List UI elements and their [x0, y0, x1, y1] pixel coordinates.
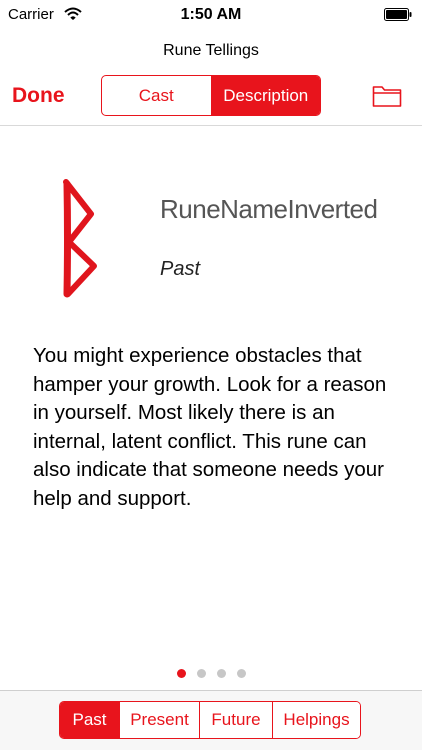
status-time: 1:50 AM: [180, 6, 242, 23]
rune-position-label: Past: [160, 258, 201, 280]
page-dot-3[interactable]: [216, 669, 226, 678]
tab-future[interactable]: Future: [199, 702, 272, 738]
page-dot-4[interactable]: [236, 669, 246, 678]
view-mode-segmented-control: Cast Description: [101, 75, 321, 116]
nav-title: Rune Tellings: [163, 42, 259, 59]
rune-description: You might experience obstacles that hamp…: [33, 344, 387, 510]
segment-cast[interactable]: Cast: [102, 76, 211, 115]
segment-description[interactable]: Description: [210, 76, 320, 115]
page-dot-1[interactable]: [176, 669, 186, 678]
folder-icon[interactable]: [372, 84, 402, 108]
tab-present[interactable]: Present: [119, 702, 199, 738]
page-control[interactable]: [0, 669, 422, 678]
nav-divider: [0, 125, 422, 126]
rune-glyph: [63, 179, 97, 298]
tab-helpings[interactable]: Helpings: [272, 702, 360, 738]
page-dot-2[interactable]: [196, 669, 206, 678]
battery-icon: [384, 8, 412, 21]
rune-name: RuneNameInverted: [160, 194, 378, 224]
tab-past[interactable]: Past: [60, 702, 119, 738]
time-segmented-control: Past Present Future Helpings: [59, 701, 361, 739]
status-bar: Carrier 1:50 AM: [0, 0, 422, 30]
done-button[interactable]: Done: [12, 84, 65, 108]
